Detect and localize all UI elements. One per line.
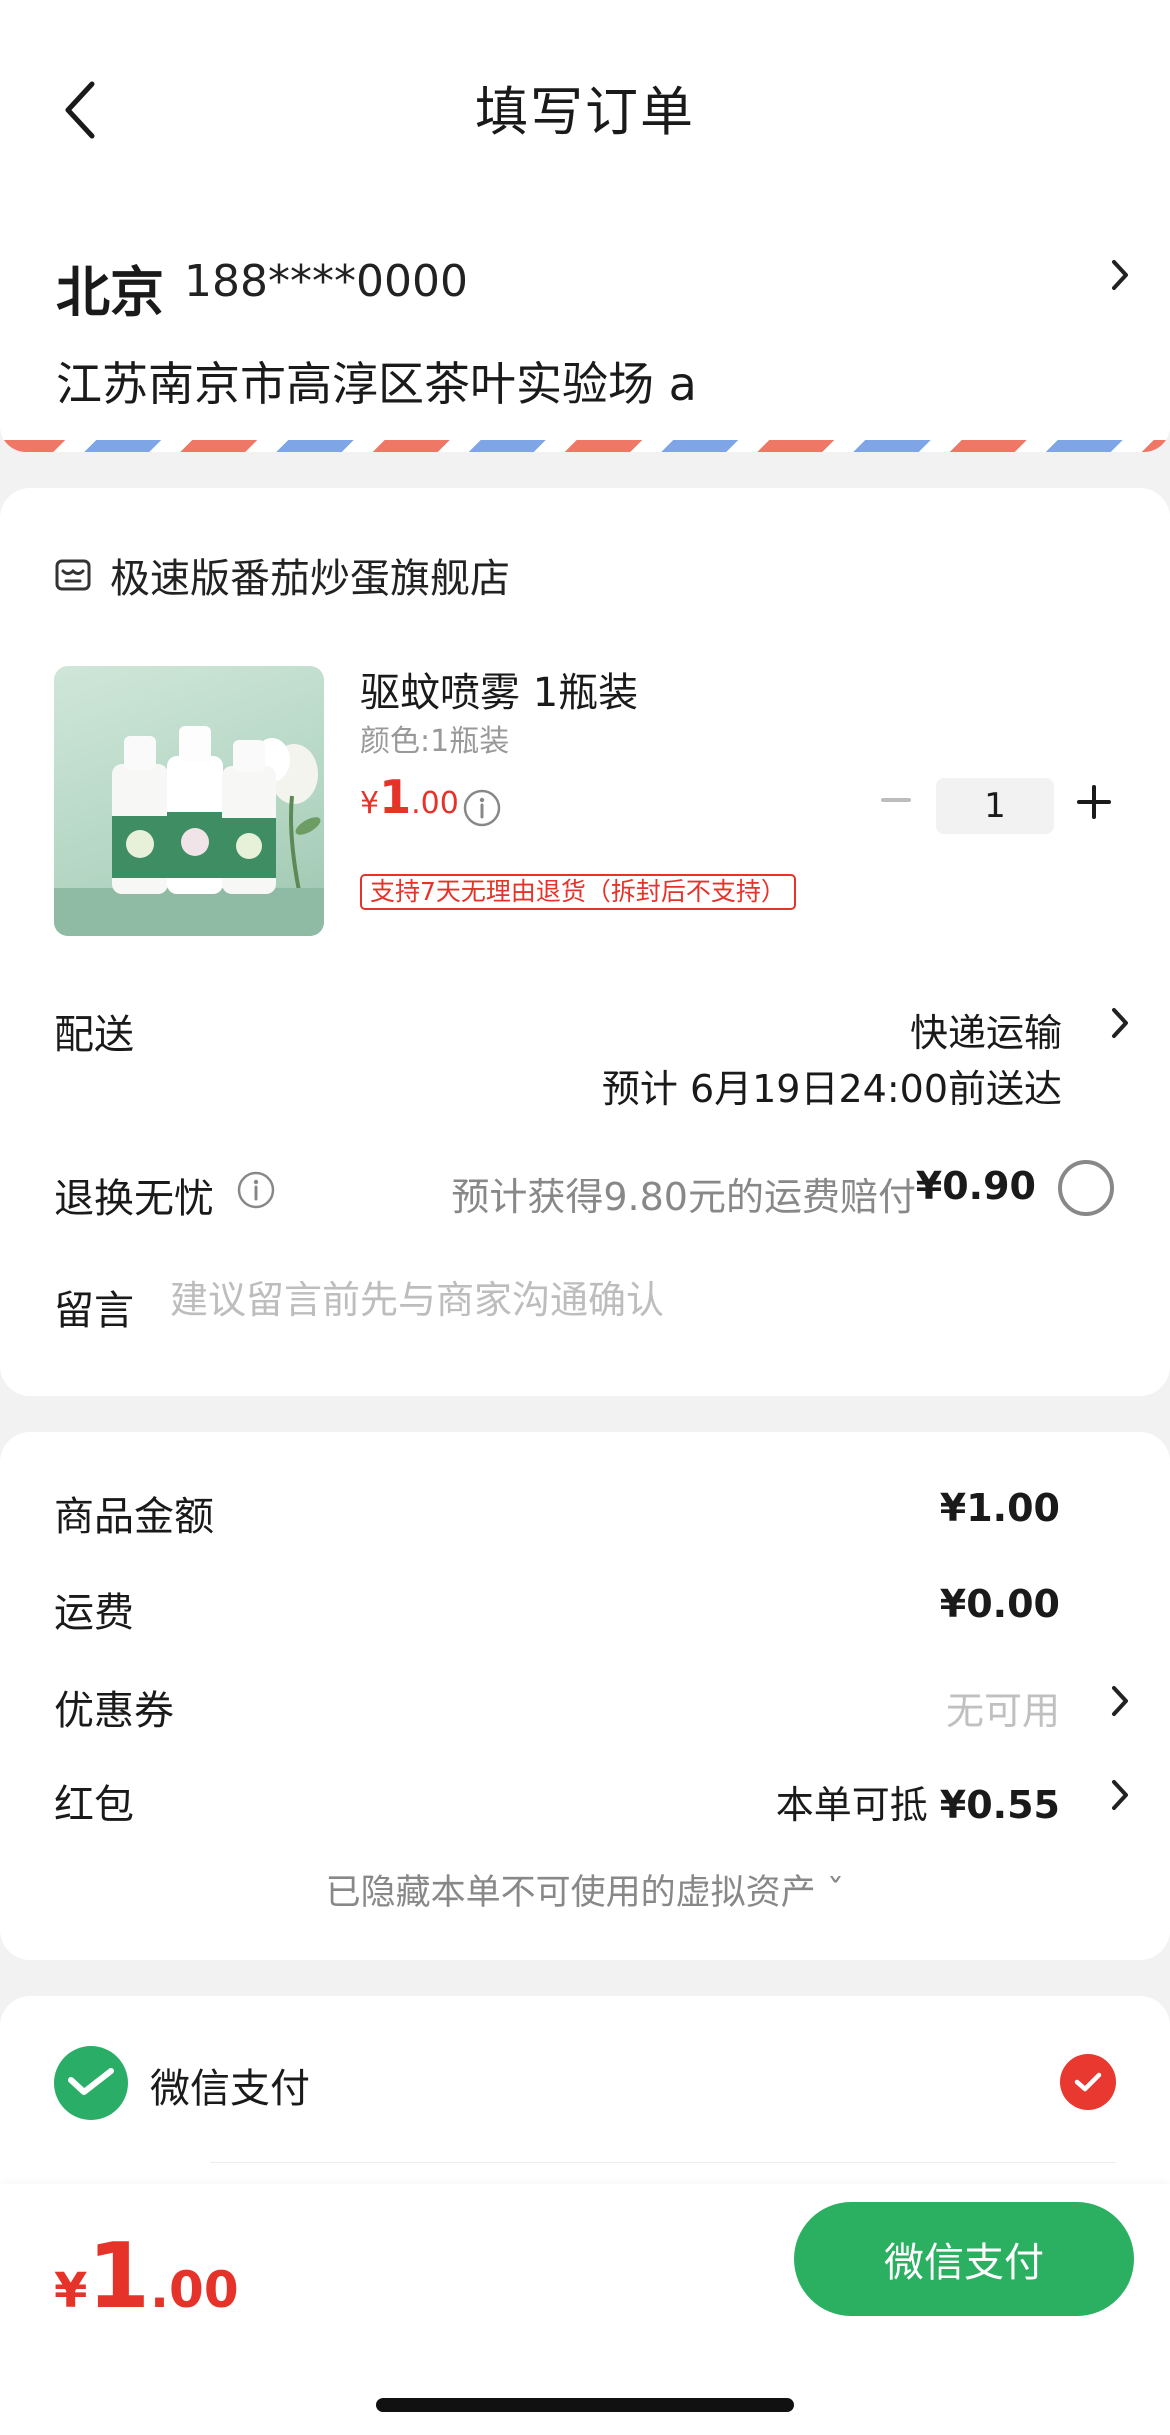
plus-icon (1077, 785, 1111, 819)
store-card: 极速版番茄炒蛋旗舰店 驱蚊喷雾 1瓶装 颜色:1瓶装 ¥1.00 1 支持7天无… (0, 488, 1170, 1396)
chevron-right-icon (1112, 1686, 1128, 1716)
note-input[interactable] (170, 1278, 1070, 1322)
product-spec: 颜色:1瓶装 (360, 724, 510, 759)
wechat-pay-icon (54, 2046, 128, 2120)
hidden-assets-toggle[interactable]: 已隐藏本单不可使用的虚拟资产 ˇ (0, 1864, 1170, 1915)
recipient-phone: 188****0000 (184, 256, 468, 307)
worry-free-description: 预计获得9.80元的运费赔付 (451, 1175, 916, 1219)
worry-free-label: 退换无忧 (54, 1176, 214, 1222)
recipient-name: 北京 (56, 261, 164, 324)
coupon-label: 优惠券 (54, 1688, 174, 1734)
red-packet-amount: ¥0.55 (939, 1783, 1060, 1827)
chevron-right-icon (1112, 1008, 1128, 1038)
divider (210, 2162, 1116, 2163)
goods-amount-label: 商品金额 (54, 1494, 214, 1540)
goods-amount-value: ¥1.00 (939, 1486, 1060, 1530)
price-integer: 1 (379, 770, 412, 824)
red-packet-value[interactable]: 本单可抵 ¥0.55 (776, 1774, 1060, 1829)
shipping-label: 运费 (54, 1590, 134, 1636)
delivery-method[interactable]: 快递运输 (910, 1002, 1062, 1057)
total-price: ¥1.00 (54, 2224, 239, 2329)
spray-bottles-illustration (54, 726, 324, 936)
red-packet-label: 红包 (54, 1782, 134, 1828)
shipping-value: ¥0.00 (939, 1582, 1060, 1626)
chevron-right-icon (1112, 260, 1128, 290)
pay-button[interactable]: 微信支付 (794, 2202, 1134, 2316)
header: 填写订单 (0, 0, 1170, 200)
store-name: 极速版番茄炒蛋旗舰店 (110, 556, 510, 602)
total-integer: 1 (87, 2224, 151, 2329)
price-decimal: .00 (411, 786, 459, 821)
quantity-increase-button[interactable] (1072, 780, 1116, 824)
address-line: 江苏南京市高淳区茶叶实验场 a (56, 357, 697, 411)
order-page: 填写订单 北京 188****0000 江苏南京市高淳区茶叶实验场 a 极速版番… (0, 0, 1170, 2435)
worry-free-price: ¥0.90 (915, 1164, 1036, 1208)
home-indicator (376, 2398, 794, 2412)
minus-icon (881, 798, 911, 802)
red-packet-prefix: 本单可抵 (775, 1783, 928, 1827)
product-image[interactable] (54, 666, 324, 936)
store-header[interactable]: 极速版番茄炒蛋旗舰店 (54, 546, 510, 604)
checkout-bar: ¥1.00 微信支付 (0, 2184, 1170, 2435)
info-icon[interactable] (462, 788, 502, 828)
delivery-estimate: 预计 6月19日24:00前送达 (601, 1067, 1062, 1111)
worry-free-radio[interactable] (1058, 1160, 1114, 1216)
airmail-border (0, 440, 1170, 452)
page-title: 填写订单 (475, 82, 695, 143)
price-currency: ¥ (360, 786, 380, 821)
price-summary-card: 商品金额 ¥1.00 运费 ¥0.00 优惠券 无可用 红包 本单可抵 ¥0.5… (0, 1432, 1170, 1960)
selected-check-icon[interactable] (1060, 2054, 1116, 2110)
info-icon[interactable] (236, 1170, 276, 1210)
product-price: ¥1.00 (360, 770, 459, 824)
coupon-value[interactable]: 无可用 (946, 1680, 1060, 1735)
chevron-right-icon (1112, 1780, 1128, 1810)
payment-method-name: 微信支付 (150, 2066, 310, 2112)
address-card[interactable]: 北京 188****0000 江苏南京市高淳区茶叶实验场 a (0, 200, 1170, 452)
delivery-label: 配送 (54, 1012, 134, 1058)
return-policy-badge: 支持7天无理由退货（拆封后不支持） (360, 874, 796, 910)
store-icon (55, 559, 91, 591)
note-label: 留言 (54, 1288, 134, 1334)
quantity-field[interactable]: 1 (936, 778, 1054, 834)
total-currency: ¥ (54, 2263, 88, 2319)
product-title: 驱蚊喷雾 1瓶装 (360, 670, 639, 716)
quantity-decrease-button[interactable] (874, 778, 918, 822)
total-decimal: .00 (150, 2261, 239, 2319)
